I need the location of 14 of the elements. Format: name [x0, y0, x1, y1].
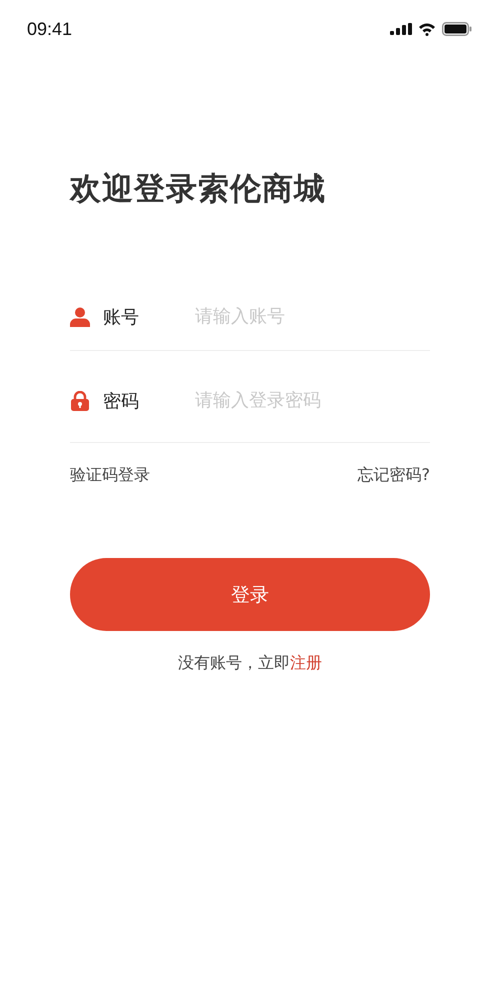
field-label: 密码 — [103, 390, 140, 412]
signal-icon — [390, 23, 412, 35]
signup-prompt: 没有账号，立即注册 — [177, 653, 323, 674]
field-label: 账号 — [103, 306, 140, 328]
user-icon — [70, 306, 90, 326]
status-time: 09:41 — [27, 18, 72, 40]
register-link[interactable]: 注册 — [290, 653, 322, 672]
lock-icon — [71, 390, 89, 410]
wifi-icon — [418, 22, 436, 36]
login-button[interactable]: 登录 — [70, 558, 430, 631]
battery-icon — [442, 22, 472, 36]
page-title: 欢迎登录索伦商城 — [70, 170, 327, 209]
sms-login-link[interactable]: 验证码登录 — [70, 465, 150, 486]
forgot-password-link[interactable]: 忘记密码? — [358, 465, 430, 486]
